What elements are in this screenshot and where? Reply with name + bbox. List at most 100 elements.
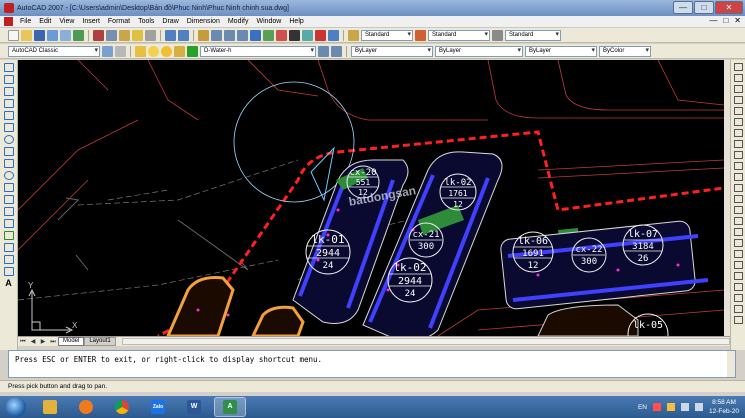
help-icon[interactable] bbox=[328, 29, 339, 41]
workspace-select[interactable]: AutoCAD Classic bbox=[8, 45, 100, 57]
new-icon[interactable] bbox=[8, 29, 19, 41]
fillet-icon[interactable] bbox=[733, 228, 743, 236]
publish-icon[interactable] bbox=[73, 29, 84, 41]
color-select[interactable]: ByLayer bbox=[351, 45, 433, 57]
osnap-nearest-icon[interactable] bbox=[733, 305, 743, 313]
first-tab-arrow-icon[interactable]: ⏮ bbox=[18, 338, 28, 346]
osnap-center-icon[interactable] bbox=[733, 283, 743, 291]
menu-window[interactable]: Window bbox=[252, 18, 285, 25]
ellipse-icon[interactable] bbox=[3, 171, 14, 180]
command-line-scrollbar[interactable] bbox=[727, 351, 735, 377]
taskbar-autocad[interactable]: A bbox=[214, 397, 246, 417]
point-icon[interactable] bbox=[3, 219, 14, 228]
layer-lock-icon[interactable] bbox=[174, 45, 185, 57]
lineweight-select[interactable]: ByLayer bbox=[525, 45, 597, 57]
circle-icon[interactable] bbox=[3, 135, 14, 144]
explode-icon[interactable] bbox=[733, 239, 743, 247]
save-icon[interactable] bbox=[34, 29, 45, 41]
chamfer-icon[interactable] bbox=[733, 217, 743, 225]
break-icon[interactable] bbox=[733, 195, 743, 203]
doc-restore-button[interactable]: □ bbox=[723, 16, 728, 25]
polygon-icon[interactable] bbox=[3, 99, 14, 108]
make-object-layer-current-icon[interactable] bbox=[318, 45, 329, 57]
cut-icon[interactable] bbox=[93, 29, 104, 41]
copy-object-icon[interactable] bbox=[733, 74, 743, 82]
close-button[interactable]: ✕ bbox=[715, 1, 743, 14]
taskbar-chrome[interactable] bbox=[106, 397, 138, 417]
revision-cloud-icon[interactable] bbox=[3, 147, 14, 156]
taskbar-zalo[interactable]: Zalo bbox=[142, 397, 174, 417]
gradient-icon[interactable] bbox=[3, 243, 14, 252]
document-icon[interactable] bbox=[4, 17, 13, 26]
prev-tab-arrow-icon[interactable]: ◀ bbox=[28, 338, 38, 346]
volume-icon[interactable] bbox=[695, 403, 703, 411]
action-center-icon[interactable] bbox=[667, 403, 675, 411]
plotstyle-select[interactable]: ByColor bbox=[599, 45, 651, 57]
text-style-icon[interactable] bbox=[348, 29, 359, 41]
maximize-button[interactable]: □ bbox=[694, 1, 714, 14]
undo-icon[interactable] bbox=[165, 29, 176, 41]
menu-help[interactable]: Help bbox=[285, 18, 307, 25]
make-block-icon[interactable] bbox=[3, 207, 14, 216]
network-icon[interactable] bbox=[681, 403, 689, 411]
taskbar-media[interactable] bbox=[70, 397, 102, 417]
menu-edit[interactable]: Edit bbox=[35, 18, 55, 25]
horizontal-scrollbar[interactable] bbox=[121, 338, 730, 345]
plot-icon[interactable] bbox=[47, 29, 58, 41]
array-icon[interactable] bbox=[733, 107, 743, 115]
tab-model[interactable]: Model bbox=[58, 337, 85, 346]
menu-insert[interactable]: Insert bbox=[78, 18, 104, 25]
layer-manager-icon[interactable] bbox=[135, 45, 146, 57]
menu-dimension[interactable]: Dimension bbox=[183, 18, 224, 25]
osnap-perpendicular-icon[interactable] bbox=[733, 294, 743, 302]
join-icon[interactable] bbox=[733, 206, 743, 214]
osnap-intersection-icon[interactable] bbox=[733, 272, 743, 280]
menu-tools[interactable]: Tools bbox=[134, 18, 158, 25]
design-center-icon[interactable] bbox=[263, 29, 274, 41]
ellipse-arc-icon[interactable] bbox=[3, 183, 14, 192]
paste-icon[interactable] bbox=[119, 29, 130, 41]
hatch-icon[interactable] bbox=[3, 231, 14, 240]
table-style-select[interactable]: Standard bbox=[505, 29, 561, 41]
tool-palettes-icon[interactable] bbox=[276, 29, 287, 41]
drawing-canvas[interactable]: cx-20 551 12 lk-02 1761 12 cx-21 300 lk-… bbox=[18, 60, 724, 336]
menu-modify[interactable]: Modify bbox=[224, 18, 253, 25]
last-tab-arrow-icon[interactable]: ⏭ bbox=[48, 338, 58, 346]
match-properties-icon[interactable] bbox=[132, 29, 143, 41]
command-line[interactable]: Press ESC or ENTER to exit, or right-cli… bbox=[8, 350, 736, 378]
layer-select[interactable]: D-Water-h bbox=[200, 45, 316, 57]
multiline-text-icon[interactable]: A bbox=[4, 279, 14, 288]
zoom-realtime-icon[interactable] bbox=[211, 29, 222, 41]
zoom-previous-icon[interactable] bbox=[237, 29, 248, 41]
break-at-point-icon[interactable] bbox=[733, 184, 743, 192]
arc-icon[interactable] bbox=[3, 123, 14, 132]
tab-layout1[interactable]: Layout1 bbox=[84, 337, 116, 346]
minimize-button[interactable]: — bbox=[673, 1, 693, 14]
linetype-select[interactable]: ByLayer bbox=[435, 45, 523, 57]
markup-icon[interactable] bbox=[302, 29, 313, 41]
taskbar-word[interactable]: W bbox=[178, 397, 210, 417]
doc-minimize-button[interactable]: — bbox=[709, 16, 717, 25]
extend-icon[interactable] bbox=[733, 173, 743, 181]
zoom-window-icon[interactable] bbox=[224, 29, 235, 41]
menu-draw[interactable]: Draw bbox=[158, 18, 182, 25]
taskbar-explorer[interactable] bbox=[34, 397, 66, 417]
region-icon[interactable] bbox=[3, 255, 14, 264]
language-indicator[interactable]: EN bbox=[638, 404, 647, 411]
offset-icon[interactable] bbox=[733, 96, 743, 104]
line-icon[interactable] bbox=[3, 63, 14, 72]
plot-preview-icon[interactable] bbox=[60, 29, 71, 41]
text-style-select[interactable]: Standard bbox=[361, 29, 413, 41]
rectangle-icon[interactable] bbox=[3, 111, 14, 120]
quickcalc-icon[interactable] bbox=[315, 29, 326, 41]
save-workspace-icon[interactable] bbox=[115, 45, 126, 57]
layer-freeze-icon[interactable] bbox=[161, 45, 172, 57]
next-tab-arrow-icon[interactable]: ▶ bbox=[38, 338, 48, 346]
dim-style-select[interactable]: Standard bbox=[428, 29, 490, 41]
clock[interactable]: 8:58 AM 12-Feb-20 bbox=[709, 398, 739, 416]
construction-line-icon[interactable] bbox=[3, 75, 14, 84]
insert-block-icon[interactable] bbox=[3, 195, 14, 204]
polyline-icon[interactable] bbox=[3, 87, 14, 96]
tray-app-icon[interactable] bbox=[653, 403, 661, 411]
osnap-settings-icon[interactable] bbox=[733, 316, 743, 324]
